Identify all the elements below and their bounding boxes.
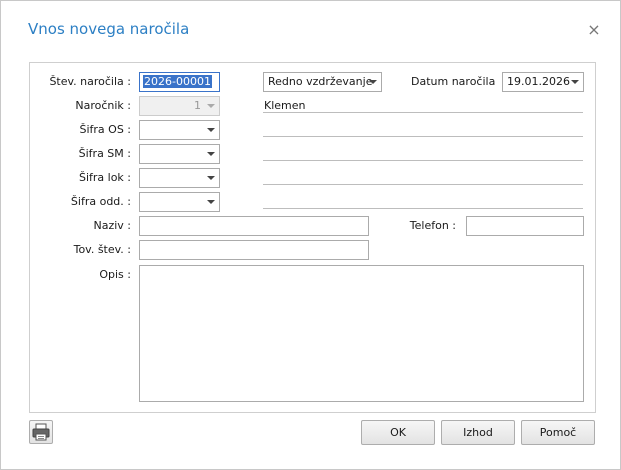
- sifra-os-label: Šifra OS :: [79, 123, 131, 136]
- order-dialog: Vnos novega naročila × Štev. naročila : …: [0, 0, 621, 470]
- sifra-lok-underline: [263, 184, 583, 185]
- dialog-title: Vnos novega naročila: [28, 20, 190, 38]
- order-type-select[interactable]: Redno vzdrževanje: [263, 72, 382, 92]
- sifra-sm-underline: [263, 160, 583, 161]
- order-number-value: 2026-00001: [143, 75, 212, 88]
- client-label: Naročnik :: [75, 99, 131, 112]
- chevron-down-icon: [207, 128, 215, 132]
- sifra-odd-select[interactable]: [139, 192, 220, 212]
- order-date-value: 19.01.2026: [507, 75, 570, 88]
- sifra-os-underline: [263, 136, 583, 137]
- chevron-down-icon: [207, 104, 215, 108]
- sifra-lok-label: Šifra lok :: [78, 171, 131, 184]
- help-button[interactable]: Pomoč: [521, 420, 595, 445]
- tov-stev-label: Tov. štev. :: [73, 243, 131, 256]
- chevron-down-icon: [207, 152, 215, 156]
- sifra-sm-select[interactable]: [139, 144, 220, 164]
- order-number-label: Štev. naročila :: [49, 75, 131, 88]
- opis-textarea[interactable]: [139, 265, 584, 402]
- sifra-os-select[interactable]: [139, 120, 220, 140]
- chevron-down-icon: [207, 200, 215, 204]
- naziv-input[interactable]: [139, 216, 369, 236]
- client-id-value: 1: [194, 99, 201, 112]
- ok-button[interactable]: OK: [361, 420, 435, 445]
- sifra-odd-label: Šifra odd. :: [70, 195, 131, 208]
- chevron-down-icon: [571, 80, 579, 84]
- exit-button[interactable]: Izhod: [441, 420, 515, 445]
- opis-label: Opis :: [99, 268, 131, 281]
- sifra-odd-underline: [263, 208, 583, 209]
- client-name: Klemen: [264, 99, 306, 112]
- chevron-down-icon: [369, 80, 377, 84]
- print-button[interactable]: [29, 420, 53, 444]
- client-name-underline: [263, 112, 583, 113]
- naziv-label: Naziv :: [93, 219, 131, 232]
- close-icon[interactable]: ×: [585, 21, 603, 39]
- order-date-picker[interactable]: 19.01.2026: [502, 72, 584, 92]
- tov-stev-input[interactable]: [139, 240, 369, 260]
- chevron-down-icon: [207, 176, 215, 180]
- printer-icon: [32, 423, 50, 441]
- client-select[interactable]: 1: [139, 96, 220, 116]
- order-number-input[interactable]: 2026-00001: [139, 72, 220, 92]
- telefon-label: Telefon :: [409, 219, 456, 232]
- sifra-lok-select[interactable]: [139, 168, 220, 188]
- telefon-input[interactable]: [466, 216, 584, 236]
- order-date-label: Datum naročila: [411, 75, 496, 88]
- order-type-value: Redno vzdrževanje: [268, 75, 373, 88]
- sifra-sm-label: Šifra SM :: [78, 147, 131, 160]
